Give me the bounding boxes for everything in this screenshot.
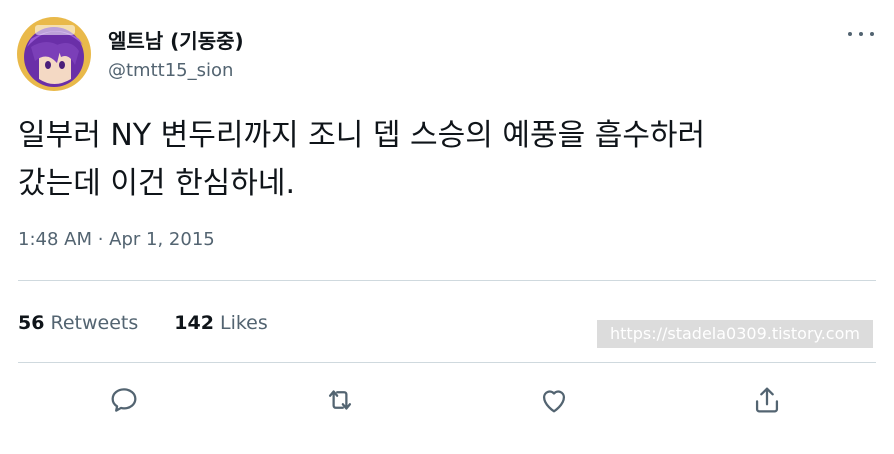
tweet-text-line: 갔는데 이건 한심하네.: [18, 166, 296, 201]
share-icon: [755, 387, 779, 413]
retweets-count: 56: [18, 312, 45, 334]
more-options-button[interactable]: [848, 22, 874, 46]
likes-stat[interactable]: 142 Likes: [174, 312, 268, 334]
retweets-stat[interactable]: 56 Retweets: [18, 312, 138, 334]
watermark: https://stadela0309.tistory.com: [597, 320, 873, 348]
tweet-timestamp[interactable]: 1:48 AM · Apr 1, 2015: [18, 229, 215, 250]
heart-icon: [542, 390, 566, 413]
like-button[interactable]: [534, 380, 574, 420]
more-horizontal-icon: [848, 32, 852, 36]
author-name[interactable]: 엘트남 (기동중): [108, 25, 244, 54]
more-horizontal-icon: [870, 32, 874, 36]
avatar[interactable]: [17, 17, 91, 91]
author-handle[interactable]: @tmtt15_sion: [108, 60, 233, 81]
divider: [18, 280, 876, 281]
retweet-button[interactable]: [320, 380, 360, 420]
timestamp-link[interactable]: 1:48 AM · Apr 1, 2015: [18, 229, 215, 250]
divider: [18, 362, 876, 363]
likes-count: 142: [174, 312, 214, 334]
likes-label: Likes: [219, 312, 268, 334]
avatar-image: [17, 17, 91, 91]
engagement-stats: 56 Retweets 142 Likes: [18, 312, 268, 334]
reply-button[interactable]: [104, 380, 144, 420]
tweet-text: 일부러 NY 변두리까지 조니 뎁 스승의 예풍을 흡수하러 갔는데 이건 한심…: [18, 112, 878, 208]
retweets-label: Retweets: [50, 312, 139, 334]
share-button[interactable]: [747, 380, 787, 420]
reply-icon: [111, 388, 137, 412]
tweet-actions: [0, 380, 894, 420]
more-horizontal-icon: [859, 32, 863, 36]
tweet-text-line: 일부러 NY 변두리까지 조니 뎁 스승의 예풍을 흡수하러: [18, 118, 706, 153]
retweet-icon: [328, 390, 352, 410]
